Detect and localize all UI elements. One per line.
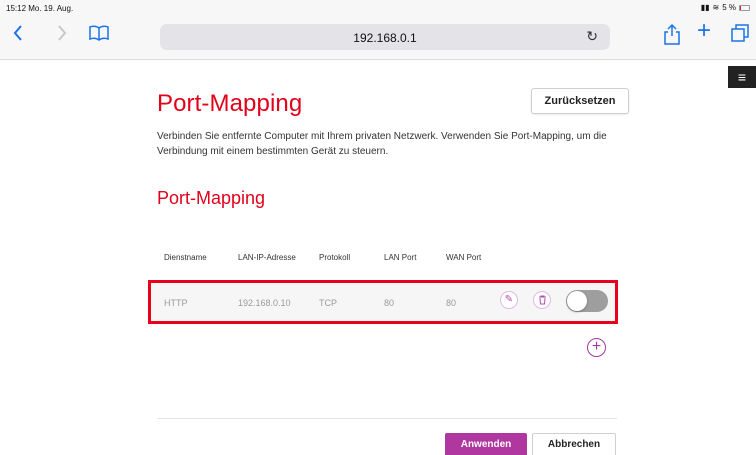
toggle-knob — [567, 291, 587, 311]
page-title: Port-Mapping — [157, 90, 303, 117]
column-header-lan-port: LAN Port — [384, 253, 417, 262]
divider — [157, 418, 617, 419]
plus-icon[interactable]: + — [697, 19, 711, 43]
menu-button[interactable]: ≡ — [728, 66, 756, 88]
address-bar[interactable]: 192.168.0.1 ↻ — [160, 24, 610, 50]
chevron-right-icon[interactable] — [56, 23, 68, 47]
column-header-protocol: Protokoll — [319, 253, 351, 262]
cell-lan-ip: 192.168.0.10 — [238, 298, 291, 308]
cancel-button[interactable]: Abbrechen — [532, 433, 616, 455]
column-header-service: Dienstname — [164, 253, 207, 262]
status-indicators: ▮▮ ≋ 5 % — [701, 3, 750, 12]
edit-button[interactable]: ✎ — [500, 291, 518, 309]
browser-toolbar: 192.168.0.1 ↻ + — [0, 16, 756, 60]
page-description: Verbinden Sie entfernte Computer mit Ihr… — [157, 131, 607, 157]
cell-protocol: TCP — [319, 298, 337, 308]
trash-icon — [538, 295, 547, 308]
status-bar: 15:12 Mo. 19. Aug. ▮▮ ≋ 5 % — [0, 0, 756, 16]
plus-circle-icon: + — [591, 338, 602, 355]
cell-lan-port: 80 — [384, 298, 395, 308]
column-header-wan-port: WAN Port — [446, 253, 482, 262]
section-title: Port-Mapping — [157, 188, 266, 208]
delete-button[interactable] — [533, 291, 551, 309]
url-text: 192.168.0.1 — [353, 31, 417, 45]
share-icon[interactable] — [664, 23, 680, 49]
battery-percent: 5 % — [722, 3, 736, 12]
pencil-icon: ✎ — [504, 294, 514, 305]
cell-wan-port: 80 — [446, 298, 457, 308]
column-header-lan-ip: LAN-IP-Adresse — [238, 253, 296, 262]
signal-icon: ▮▮ — [700, 3, 710, 12]
chevron-left-icon[interactable] — [12, 23, 24, 47]
wifi-icon: ≋ — [712, 3, 720, 12]
book-icon[interactable] — [88, 23, 110, 47]
enable-toggle[interactable] — [566, 290, 608, 312]
add-rule-button[interactable]: + — [587, 338, 606, 357]
status-time: 15:12 Mo. 19. Aug. — [6, 4, 74, 13]
reload-icon[interactable]: ↻ — [586, 28, 598, 45]
reset-button[interactable]: Zurücksetzen — [531, 88, 629, 114]
cell-service: HTTP — [164, 298, 188, 308]
tabs-icon[interactable] — [730, 23, 750, 47]
battery-icon — [739, 4, 750, 11]
apply-button[interactable]: Anwenden — [445, 433, 527, 455]
